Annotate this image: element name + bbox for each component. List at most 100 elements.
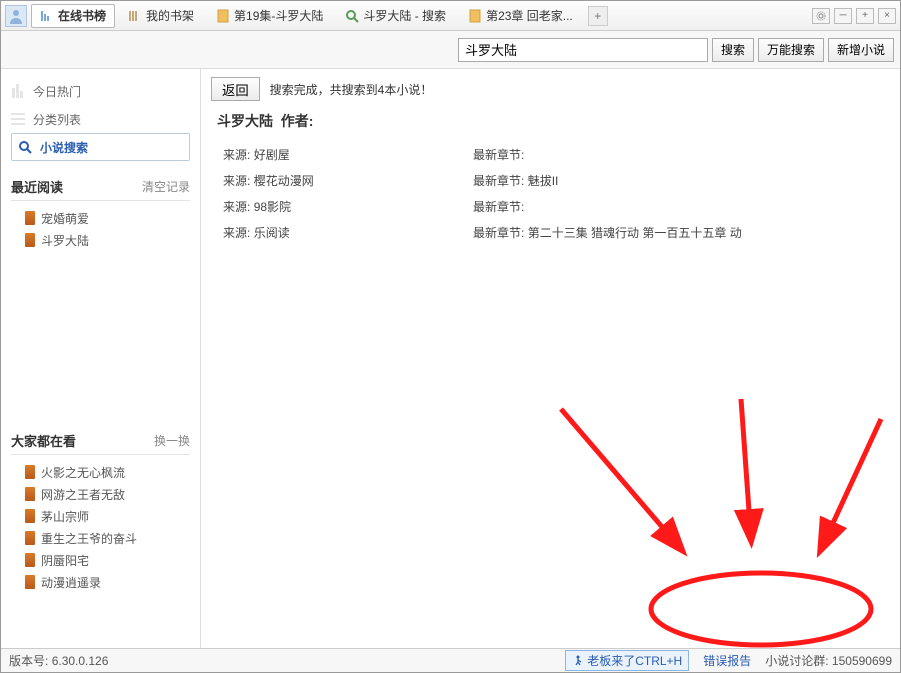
top-tab-bar: 在线书榜 我的书架 第19集-斗罗大陆 斗罗大陆 - 搜索 第23章 回老家..… <box>1 1 900 31</box>
content-pane: 返回 搜索完成，共搜索到4本小说！ 斗罗大陆 作者: 来源: 好剧屋 最新章节:… <box>201 69 900 649</box>
new-tab-button[interactable]: + <box>588 6 608 26</box>
list-item-label: 动漫逍遥录 <box>41 574 101 591</box>
search-summary: 搜索完成，共搜索到4本小说！ <box>270 81 433 98</box>
qq-group: 小说讨论群: 150590699 <box>765 652 892 669</box>
source-label: 来源: <box>223 174 250 188</box>
list-item-label: 宠婚萌爱 <box>41 210 89 227</box>
result-row[interactable]: 来源: 乐阅读 最新章节: 第二十三集 猎魂行动 第一百五十五章 动 <box>223 219 890 245</box>
recent-item[interactable]: 斗罗大陆 <box>11 229 190 251</box>
sidebar-item-hot[interactable]: 今日热门 <box>11 77 190 105</box>
list-item-label: 斗罗大陆 <box>41 232 89 249</box>
document-icon <box>468 9 482 23</box>
search-icon <box>345 9 359 23</box>
chapter-label: 最新章节: <box>473 174 524 188</box>
list-item-label: 阴蜃阳宅 <box>41 552 89 569</box>
settings-button[interactable] <box>812 8 830 24</box>
boss-key-label: 老板来了CTRL+H <box>587 652 682 669</box>
avatar[interactable] <box>5 5 27 27</box>
book-icon <box>25 575 35 589</box>
gear-icon <box>816 11 826 21</box>
list-icon <box>128 9 142 23</box>
sidebar-item-label: 分类列表 <box>33 111 81 128</box>
book-icon <box>25 553 35 567</box>
user-icon <box>8 8 24 24</box>
tab-label: 第23章 回老家... <box>486 7 573 24</box>
source-label: 来源: <box>223 226 250 240</box>
result-row[interactable]: 来源: 98影院 最新章节: <box>223 193 890 219</box>
popular-item[interactable]: 阴蜃阳宅 <box>11 549 190 571</box>
list-item-label: 火影之无心枫流 <box>41 464 125 481</box>
version-label: 版本号: <box>9 652 48 669</box>
list-item-label: 网游之王者无敌 <box>41 486 125 503</box>
chapter-label: 最新章节: <box>473 226 524 240</box>
bars-icon <box>11 84 29 98</box>
source-label: 来源: <box>223 200 250 214</box>
tab-label: 第19集-斗罗大陆 <box>234 7 323 24</box>
tab-online-ranking[interactable]: 在线书榜 <box>31 4 115 28</box>
sidebar: 今日热门 分类列表 小说搜索 最近阅读 清空记录 宠婚萌爱 斗罗大陆 大家都在看… <box>1 69 201 649</box>
book-icon <box>25 531 35 545</box>
list-item-label: 茅山宗师 <box>41 508 89 525</box>
section-title: 大家都在看 <box>11 431 76 450</box>
tab-label: 在线书榜 <box>58 7 106 24</box>
book-icon <box>25 487 35 501</box>
magnifier-icon <box>18 140 36 154</box>
sidebar-item-label: 小说搜索 <box>40 139 88 156</box>
main-area: 今日热门 分类列表 小说搜索 最近阅读 清空记录 宠婚萌爱 斗罗大陆 大家都在看… <box>1 69 900 649</box>
close-button[interactable]: × <box>878 8 896 24</box>
source-value: 樱花动漫网 <box>254 174 314 188</box>
maximize-button[interactable]: + <box>856 8 874 24</box>
add-novel-button[interactable]: 新增小说 <box>828 38 894 62</box>
popular-item[interactable]: 动漫逍遥录 <box>11 571 190 593</box>
sidebar-item-label: 今日热门 <box>33 83 81 100</box>
tab-bookshelf[interactable]: 我的书架 <box>119 4 203 28</box>
sidebar-item-category[interactable]: 分类列表 <box>11 105 190 133</box>
universal-search-button[interactable]: 万能搜索 <box>758 38 824 62</box>
swap-link[interactable]: 换一换 <box>154 432 190 449</box>
annotation-overlay <box>501 389 901 649</box>
chapter-label: 最新章节: <box>473 148 524 162</box>
clear-history-link[interactable]: 清空记录 <box>142 178 190 195</box>
section-title: 最近阅读 <box>11 177 63 196</box>
book-icon <box>25 233 35 247</box>
result-table: 来源: 好剧屋 最新章节: 来源: 樱花动漫网 最新章节: 魅拔II 来源: 9… <box>211 141 890 245</box>
result-header: 斗罗大陆 作者: <box>211 111 890 131</box>
back-button[interactable]: 返回 <box>211 77 260 101</box>
book-icon <box>25 465 35 479</box>
tab-chapter-23[interactable]: 第23章 回老家... <box>459 4 582 28</box>
search-input[interactable] <box>458 38 708 62</box>
popular-item[interactable]: 火影之无心枫流 <box>11 461 190 483</box>
run-icon <box>572 655 584 667</box>
popular-item[interactable]: 网游之王者无敌 <box>11 483 190 505</box>
popular-item[interactable]: 重生之王爷的奋斗 <box>11 527 190 549</box>
source-value: 98影院 <box>254 200 291 214</box>
document-icon <box>216 9 230 23</box>
result-row[interactable]: 来源: 樱花动漫网 最新章节: 魅拔II <box>223 167 890 193</box>
tab-label: 我的书架 <box>146 7 194 24</box>
tab-label: 斗罗大陆 - 搜索 <box>363 7 446 24</box>
popular-item[interactable]: 茅山宗师 <box>11 505 190 527</box>
recent-item[interactable]: 宠婚萌爱 <box>11 207 190 229</box>
chapter-value: 魅拔II <box>528 174 559 188</box>
tab-episode-19[interactable]: 第19集-斗罗大陆 <box>207 4 332 28</box>
chapter-value: 第二十三集 猎魂行动 第一百五十五章 动 <box>528 226 742 240</box>
minimize-button[interactable]: ─ <box>834 8 852 24</box>
sidebar-item-search[interactable]: 小说搜索 <box>11 133 190 161</box>
source-label: 来源: <box>223 148 250 162</box>
source-value: 好剧屋 <box>254 148 290 162</box>
bug-report-link[interactable]: 错误报告 <box>703 652 751 669</box>
result-row[interactable]: 来源: 好剧屋 最新章节: <box>223 141 890 167</box>
search-button[interactable]: 搜索 <box>712 38 754 62</box>
tab-search-result[interactable]: 斗罗大陆 - 搜索 <box>336 4 455 28</box>
recent-reading-section: 最近阅读 清空记录 宠婚萌爱 斗罗大陆 <box>11 177 190 251</box>
qq-value: 150590699 <box>832 654 892 668</box>
list-item-label: 重生之王爷的奋斗 <box>41 530 137 547</box>
source-value: 乐阅读 <box>254 226 290 240</box>
list-icon <box>11 112 29 126</box>
chapter-label: 最新章节: <box>473 200 524 214</box>
boss-key-button[interactable]: 老板来了CTRL+H <box>565 650 689 671</box>
popular-section: 大家都在看 换一换 火影之无心枫流 网游之王者无敌 茅山宗师 重生之王爷的奋斗 … <box>11 431 190 593</box>
book-title: 斗罗大陆 <box>217 113 273 129</box>
list-icon <box>40 9 54 23</box>
book-icon <box>25 211 35 225</box>
